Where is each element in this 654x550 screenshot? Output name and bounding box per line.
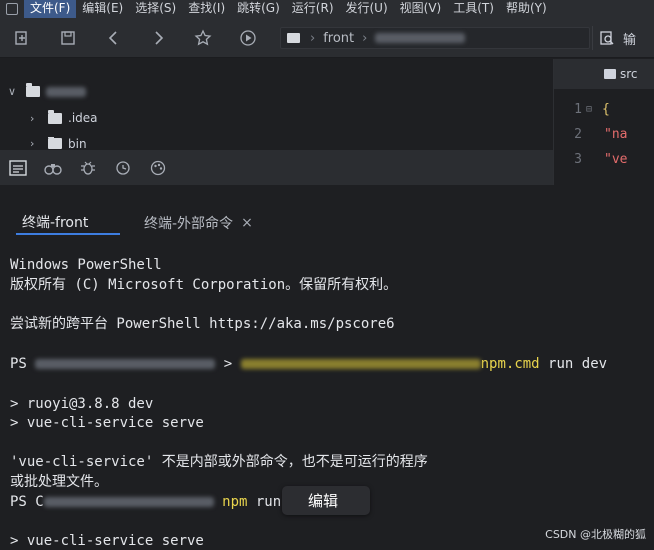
tab-terminal-front[interactable]: 终端-front <box>16 211 120 235</box>
tab-label: 终端-外部命令 <box>144 216 234 232</box>
tab-label: 终端-front <box>22 215 89 231</box>
line-number: 1 <box>574 101 582 117</box>
folder-icon <box>48 137 62 149</box>
app-logo-icon <box>0 0 24 18</box>
menu-find[interactable]: 查找(I) <box>182 0 231 18</box>
editor-tab-label: src <box>620 67 638 81</box>
redacted-path <box>35 359 216 369</box>
folder-icon <box>604 69 616 79</box>
menu-help[interactable]: 帮助(Y) <box>500 0 553 18</box>
command-args: run dev <box>539 356 608 372</box>
menu-goto[interactable]: 跳转(G) <box>231 0 286 18</box>
terminal-line: Windows PowerShell <box>10 257 162 273</box>
code-line: 2 "na <box>554 124 627 144</box>
terminal-line: 'vue-cli-service' 不是内部或外部命令，也不是可运行的程序 <box>10 454 428 470</box>
menu-file[interactable]: 文件(F) <box>24 0 77 18</box>
prompt-prefix: PS C <box>10 494 44 510</box>
folder-icon <box>48 109 62 124</box>
terminal-line: 版权所有 (C) Microsoft Corporation。保留所有权利。 <box>10 277 398 293</box>
terminal-line: > ruoyi@3.8.8 dev <box>10 396 154 412</box>
code-text: "na <box>604 126 628 142</box>
toolbar: › front › 输 <box>0 18 654 58</box>
redacted-text <box>375 33 466 43</box>
chevron-right-icon[interactable]: › <box>30 112 42 125</box>
breadcrumb-front[interactable]: front <box>323 31 354 46</box>
code-line: 1 ⊟ { <box>554 99 610 119</box>
terminal-line: > vue-cli-service serve <box>10 533 204 549</box>
terminal-line: 尝试新的跨平台 PowerShell https://aka.ms/pscore… <box>10 316 395 332</box>
terminal-tab-bar: 终端-front 终端-外部命令 × <box>0 185 654 239</box>
run-icon[interactable] <box>236 26 260 50</box>
tree-item-bin[interactable]: › bin <box>30 137 87 150</box>
search-file-icon <box>600 31 614 45</box>
code-text: { <box>602 101 610 117</box>
code-line: 3 "ve <box>554 149 627 169</box>
star-icon[interactable] <box>191 26 215 50</box>
palette-icon[interactable] <box>140 150 175 185</box>
search-area[interactable]: 输 <box>592 26 654 50</box>
redacted-text <box>46 86 86 97</box>
menu-run[interactable]: 运行(R) <box>286 0 340 18</box>
chevron-down-icon[interactable]: ∨ <box>8 85 20 98</box>
redacted-path <box>43 497 214 507</box>
menu-bar: 文件(F) 编辑(E) 选择(S) 查找(I) 跳转(G) 运行(R) 发行(U… <box>0 0 654 18</box>
line-number: 2 <box>574 126 582 142</box>
debug-bug-icon[interactable] <box>70 150 105 185</box>
editor-tab[interactable]: src <box>554 59 654 89</box>
editor-pane: src 1 ⊟ { 2 "na 3 "ve <box>553 59 654 185</box>
redacted-path <box>240 359 481 369</box>
edit-tooltip[interactable]: 编辑 <box>282 486 370 515</box>
terminal-line: > vue-cli-service serve <box>10 415 204 431</box>
tree-item-label: .idea <box>68 111 98 125</box>
prompt-arrow: > <box>223 356 233 372</box>
folder-icon <box>287 33 300 43</box>
menu-select[interactable]: 选择(S) <box>129 0 182 18</box>
tooltip-label: 编辑 <box>308 492 339 510</box>
save-icon[interactable] <box>56 26 80 50</box>
terminal-prompt-line: PS > npm.cmd run dev <box>10 354 607 374</box>
tree-item-label: bin <box>68 137 87 150</box>
watermark: CSDN @北极糊的狐 <box>545 528 646 541</box>
terminal-output[interactable]: Windows PowerShell 版权所有 (C) Microsoft Co… <box>0 239 654 550</box>
menu-edit[interactable]: 编辑(E) <box>76 0 129 18</box>
breadcrumb-separator-icon: › <box>362 30 368 46</box>
tree-item-idea[interactable]: › .idea <box>30 109 98 125</box>
fold-icon[interactable]: ⊟ <box>586 104 598 115</box>
command-name: npm.cmd <box>480 356 540 372</box>
forward-icon[interactable] <box>146 26 170 50</box>
tree-root[interactable]: ∨ <box>8 83 86 98</box>
terminal-prompt-line: PS C npm run <box>10 492 281 512</box>
search-label: 输 <box>623 32 637 48</box>
command-name: npm <box>222 494 248 510</box>
back-icon[interactable] <box>102 26 126 50</box>
panel-icon-bar <box>0 150 553 185</box>
tab-terminal-external[interactable]: 终端-外部命令 × <box>144 211 253 235</box>
terminal-line: 或批处理文件。 <box>10 474 108 490</box>
breadcrumb[interactable]: › front › <box>280 27 590 49</box>
file-tree: ∨ › .idea › bin <box>0 59 553 150</box>
menu-publish[interactable]: 发行(U) <box>340 0 394 18</box>
source-control-icon[interactable] <box>105 150 140 185</box>
command-args: run <box>247 494 282 510</box>
chevron-right-icon[interactable]: › <box>30 137 42 150</box>
binoculars-icon[interactable] <box>35 150 70 185</box>
prompt-prefix: PS <box>10 356 27 372</box>
menu-tools[interactable]: 工具(T) <box>447 0 500 18</box>
close-icon[interactable]: × <box>241 215 253 231</box>
explorer-icon[interactable] <box>0 150 35 185</box>
breadcrumb-separator-icon: › <box>310 30 316 46</box>
code-text: "ve <box>604 151 628 167</box>
folder-icon <box>26 83 40 97</box>
menu-view[interactable]: 视图(V) <box>394 0 448 18</box>
new-file-icon[interactable] <box>10 26 34 50</box>
line-number: 3 <box>574 151 582 167</box>
